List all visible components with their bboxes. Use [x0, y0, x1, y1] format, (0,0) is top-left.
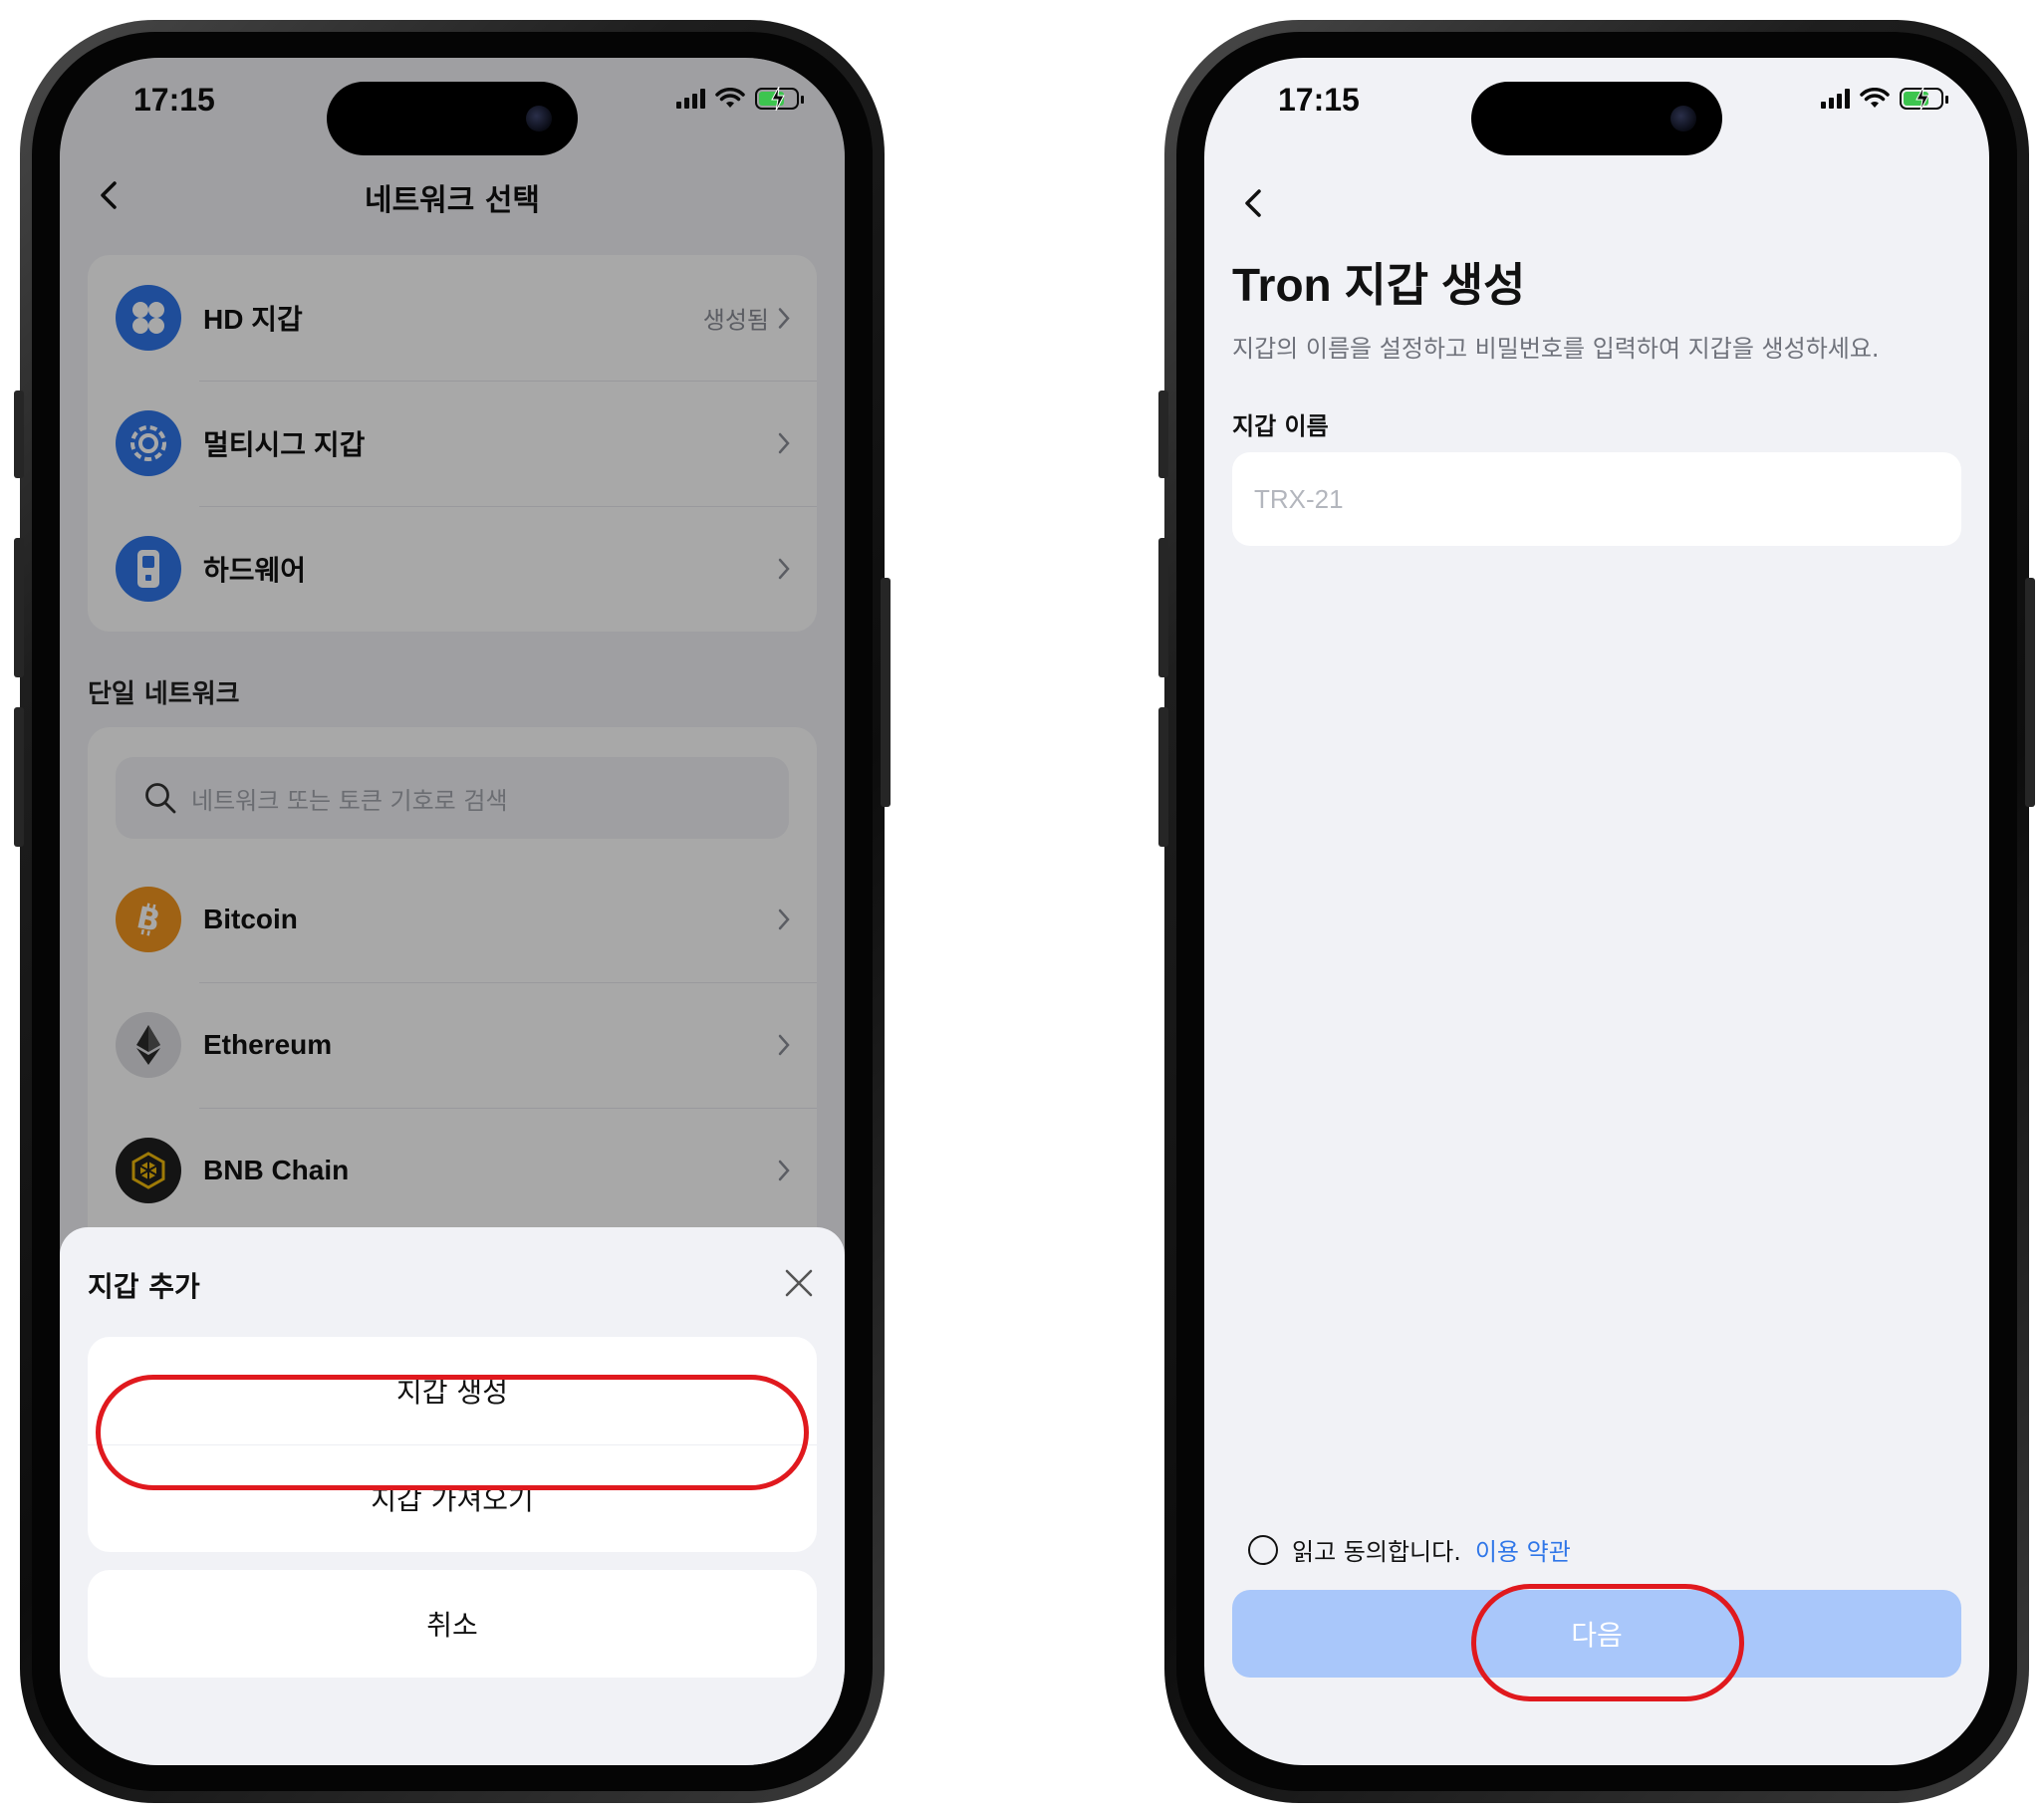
- next-button[interactable]: 다음: [1232, 1590, 1961, 1678]
- terms-agreement: 읽고 동의합니다. 이용 약관: [1248, 1532, 1571, 1567]
- status-icons: [1821, 87, 1948, 111]
- screen-network-select: 17:15 네트워크 선택 HD 지갑 생성됨 멀티시그 지갑 하드웨어 단일 …: [60, 58, 845, 1765]
- power-button: [881, 578, 891, 807]
- wallet-name-label: 지갑 이름: [1232, 412, 1329, 440]
- terms-link[interactable]: 이용 약관: [1475, 1532, 1571, 1567]
- cellular-signal-icon: [676, 89, 705, 109]
- sheet-cancel: 취소: [88, 1570, 817, 1678]
- screen-create-wallet: 17:15 Tron 지갑 생성 지갑의 이름을 설정하고 비밀번호를 입력하여…: [1204, 58, 1989, 1765]
- close-icon[interactable]: [781, 1265, 817, 1301]
- volume-up-button: [1158, 538, 1168, 677]
- status-time: 17:15: [1278, 82, 1360, 118]
- sheet-title: 지갑 추가: [88, 1270, 200, 1303]
- action-button: [14, 390, 24, 478]
- back-icon[interactable]: [1232, 181, 1276, 225]
- action-button: [1158, 390, 1168, 478]
- wifi-icon: [715, 88, 745, 108]
- add-wallet-sheet: 지갑 추가 지갑 생성 지갑 가져오기 취소: [60, 1227, 845, 1765]
- status-time: 17:15: [133, 82, 215, 118]
- battery-icon: [1900, 87, 1948, 111]
- agree-text: 읽고 동의합니다.: [1292, 1538, 1461, 1566]
- cellular-signal-icon: [1821, 89, 1850, 109]
- volume-down-button: [14, 707, 24, 847]
- dynamic-island: [327, 82, 578, 155]
- agree-radio[interactable]: [1248, 1534, 1278, 1565]
- wifi-icon: [1860, 88, 1890, 108]
- volume-down-button: [1158, 707, 1168, 847]
- status-icons: [676, 87, 804, 111]
- battery-icon: [755, 87, 804, 111]
- volume-up-button: [14, 538, 24, 677]
- create-wallet-button[interactable]: 지갑 생성: [88, 1337, 817, 1444]
- sheet-options: 지갑 생성 지갑 가져오기: [88, 1337, 817, 1552]
- phone-left: 17:15 네트워크 선택 HD 지갑 생성됨 멀티시그 지갑 하드웨어 단일 …: [14, 20, 891, 1803]
- page-title: Tron 지갑 생성: [1232, 259, 1526, 311]
- cancel-button[interactable]: 취소: [88, 1570, 817, 1678]
- import-wallet-button[interactable]: 지갑 가져오기: [88, 1444, 817, 1552]
- wallet-name-input[interactable]: [1232, 452, 1961, 546]
- phone-right: 17:15 Tron 지갑 생성 지갑의 이름을 설정하고 비밀번호를 입력하여…: [1158, 20, 2035, 1803]
- page-subtitle: 지갑의 이름을 설정하고 비밀번호를 입력하여 지갑을 생성하세요.: [1232, 335, 1880, 363]
- power-button: [2025, 578, 2035, 807]
- stage: 17:15 네트워크 선택 HD 지갑 생성됨 멀티시그 지갑 하드웨어 단일 …: [0, 0, 2044, 1817]
- dynamic-island: [1471, 82, 1722, 155]
